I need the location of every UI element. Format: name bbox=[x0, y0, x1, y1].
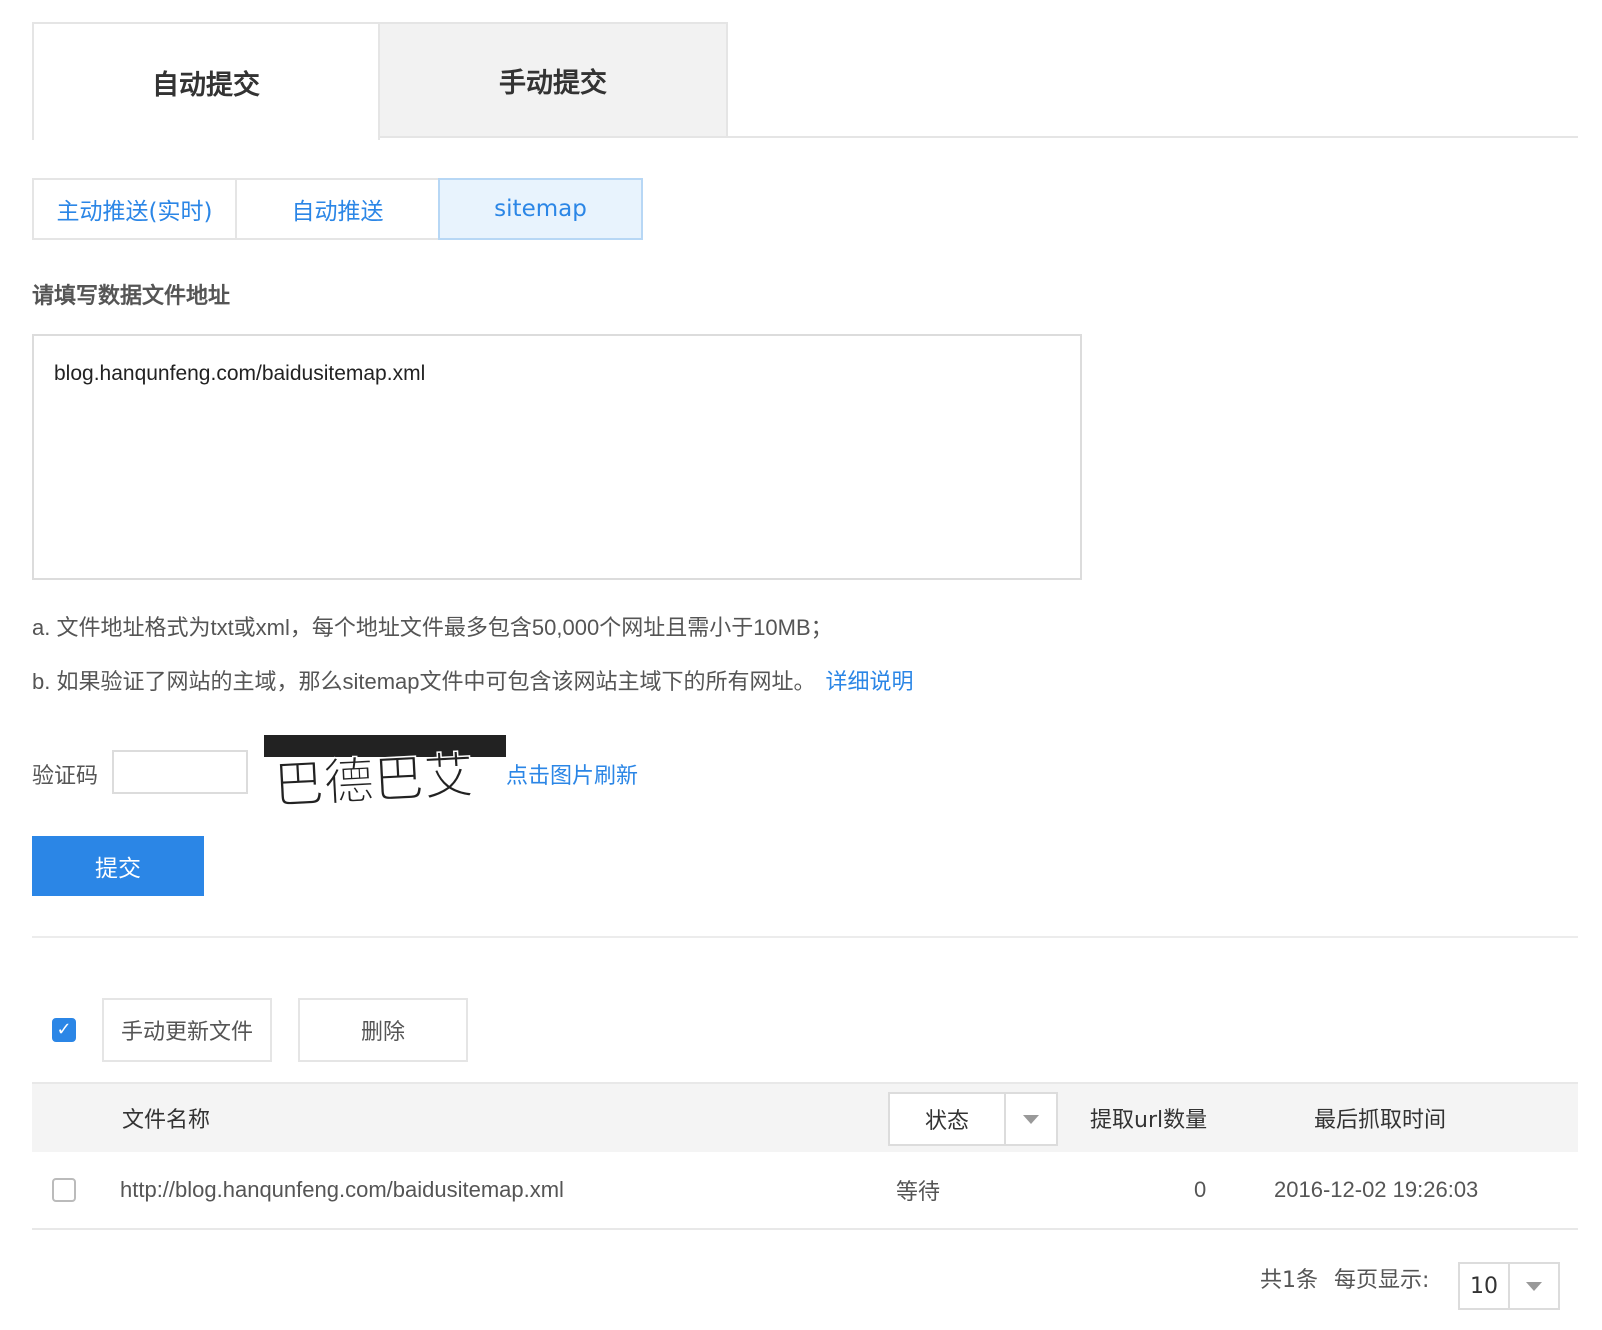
table-row: http://blog.hanqunfeng.com/baidusitemap.… bbox=[32, 1152, 1578, 1230]
table-header: 文件名称 状态 提取url数量 最后抓取时间 bbox=[32, 1082, 1578, 1152]
per-page-select[interactable]: 10 bbox=[1458, 1262, 1560, 1310]
main-tab-bar: 自动提交 手动提交 bbox=[32, 22, 1578, 140]
manual-update-button[interactable]: 手动更新文件 bbox=[102, 998, 272, 1062]
row-last-crawl: 2016-12-02 19:26:03 bbox=[1274, 1177, 1479, 1202]
note-domain-text: b. 如果验证了网站的主域，那么sitemap文件中可包含该网站主域下的所有网址… bbox=[32, 669, 816, 694]
captcha-text: 巴德巴艾 bbox=[272, 746, 475, 814]
chevron-down-icon bbox=[1510, 1264, 1558, 1308]
row-checkbox[interactable] bbox=[52, 1178, 76, 1202]
tab-manual-submit[interactable]: 手动提交 bbox=[380, 22, 728, 138]
subtab-sitemap[interactable]: sitemap bbox=[438, 178, 643, 240]
captcha-input[interactable] bbox=[112, 750, 248, 794]
pager-per-page-label: 每页显示: bbox=[1334, 1268, 1430, 1293]
col-filename: 文件名称 bbox=[122, 1108, 211, 1133]
col-url-count: 提取url数量 bbox=[1090, 1108, 1208, 1133]
note-file-format: a. 文件地址格式为txt或xml，每个地址文件最多包含50,000个网址且需小… bbox=[32, 615, 833, 640]
file-toolbar: ✓ 手动更新文件 删除 bbox=[32, 998, 632, 1062]
status-filter-label: 状态 bbox=[890, 1094, 1006, 1144]
per-page-value: 10 bbox=[1460, 1264, 1510, 1308]
section-divider bbox=[32, 936, 1578, 938]
subtab-auto-push[interactable]: 自动推送 bbox=[235, 178, 440, 240]
sub-tab-bar: 主动推送(实时) 自动推送 sitemap bbox=[32, 178, 643, 240]
select-all-checkbox[interactable]: ✓ bbox=[52, 1018, 76, 1042]
tab-auto-submit[interactable]: 自动提交 bbox=[32, 22, 380, 140]
subtab-active-push[interactable]: 主动推送(实时) bbox=[32, 178, 237, 240]
chevron-down-icon bbox=[1006, 1094, 1056, 1144]
col-last-crawl: 最后抓取时间 bbox=[1314, 1108, 1447, 1133]
pager-total: 共1条 bbox=[1260, 1268, 1318, 1293]
note-domain: b. 如果验证了网站的主域，那么sitemap文件中可包含该网站主域下的所有网址… bbox=[32, 664, 914, 696]
data-file-url-label: 请填写数据文件地址 bbox=[32, 284, 231, 309]
captcha-refresh-link[interactable]: 点击图片刷新 bbox=[506, 758, 638, 790]
row-status: 等待 bbox=[896, 1179, 941, 1204]
detail-link[interactable]: 详细说明 bbox=[826, 669, 914, 694]
submit-button[interactable]: 提交 bbox=[32, 836, 204, 896]
row-filename: http://blog.hanqunfeng.com/baidusitemap.… bbox=[120, 1177, 564, 1202]
row-url-count: 0 bbox=[1194, 1177, 1207, 1202]
delete-button[interactable]: 删除 bbox=[298, 998, 468, 1062]
captcha-label: 验证码 bbox=[32, 764, 99, 789]
sitemap-url-textarea[interactable]: blog.hanqunfeng.com/baidusitemap.xml bbox=[32, 334, 1082, 580]
captcha-image[interactable]: 巴德巴艾 bbox=[264, 735, 506, 817]
checkmark-icon: ✓ bbox=[56, 1019, 72, 1040]
status-filter-dropdown[interactable]: 状态 bbox=[888, 1092, 1058, 1146]
